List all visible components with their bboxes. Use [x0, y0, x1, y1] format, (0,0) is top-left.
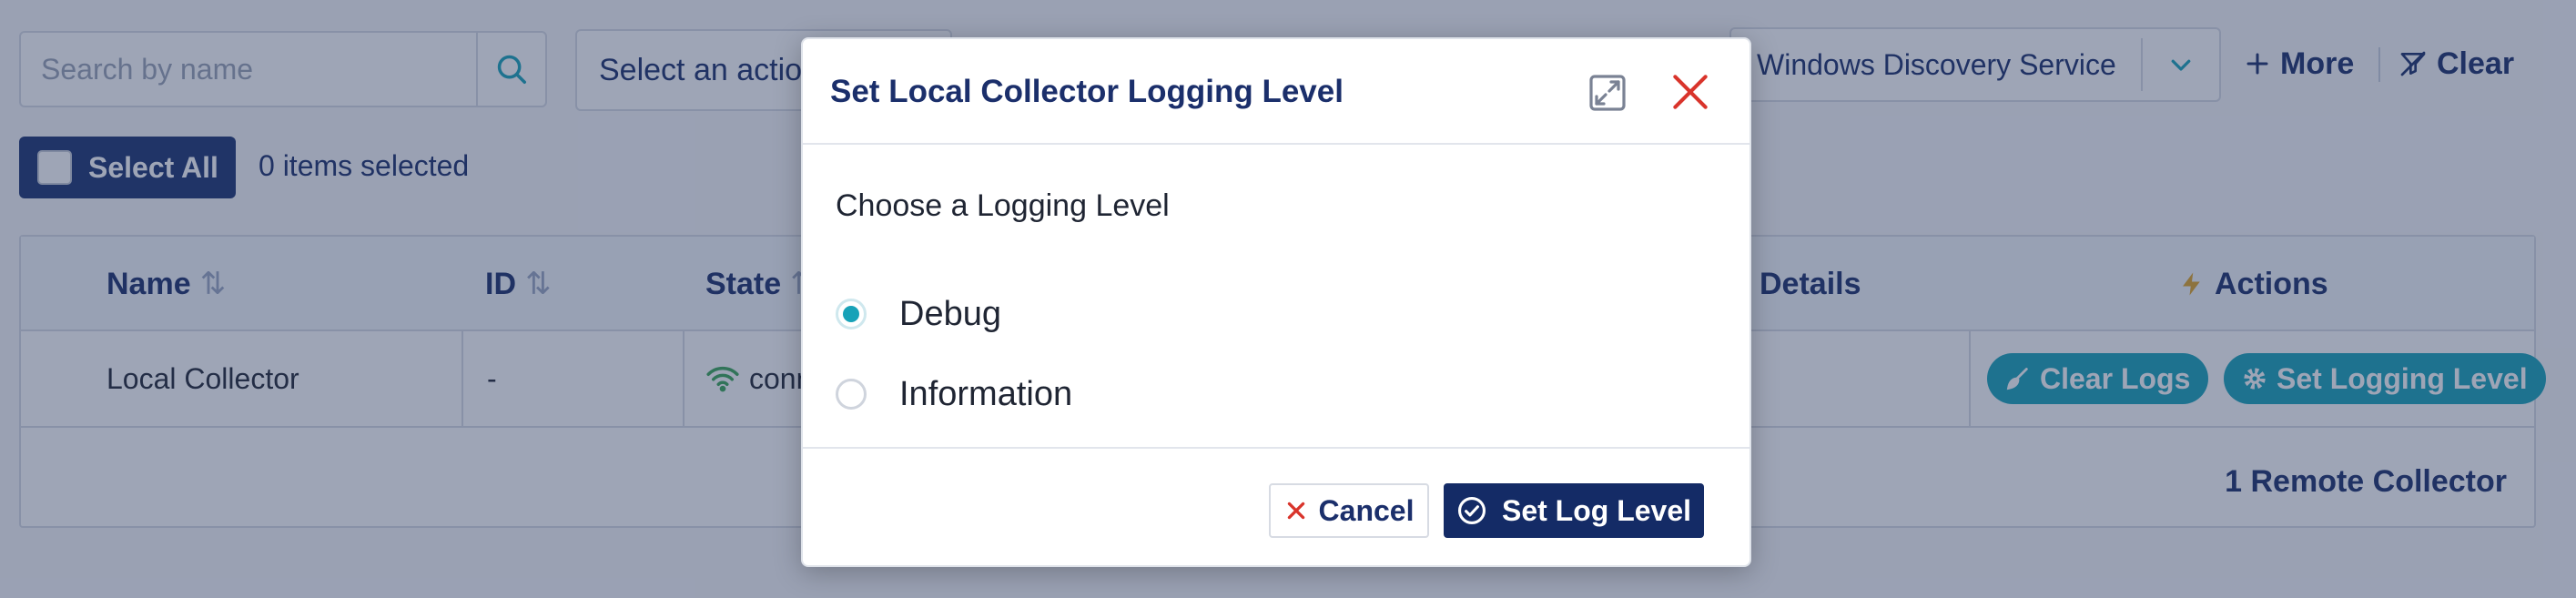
radio-information[interactable] [836, 379, 867, 410]
modal-footer: Cancel Set Log Level [803, 447, 1749, 569]
set-log-level-label: Set Log Level [1501, 493, 1692, 527]
cancel-button[interactable]: Cancel [1269, 483, 1429, 538]
radio-information-label: Information [899, 374, 1073, 413]
radio-debug-label: Debug [899, 294, 1001, 333]
modal-body: Choose a Logging Level Debug Information [803, 145, 1749, 447]
expand-icon [1589, 75, 1626, 111]
modal-title: Set Local Collector Logging Level [830, 74, 1344, 109]
modal-header: Set Local Collector Logging Level [803, 39, 1749, 145]
logging-level-prompt: Choose a Logging Level [836, 188, 1170, 223]
radio-debug[interactable] [836, 299, 867, 329]
radio-option-information[interactable]: Information [836, 367, 1072, 421]
radio-option-debug[interactable]: Debug [836, 287, 1001, 341]
expand-button[interactable] [1586, 71, 1629, 115]
cancel-label: Cancel [1318, 493, 1415, 527]
logging-level-modal: Set Local Collector Logging Level Choose… [801, 37, 1751, 567]
close-button[interactable] [1668, 69, 1713, 115]
set-log-level-button[interactable]: Set Log Level [1444, 483, 1704, 538]
close-icon [1287, 502, 1304, 520]
close-icon [1673, 75, 1708, 109]
check-circle-icon [1457, 496, 1486, 525]
